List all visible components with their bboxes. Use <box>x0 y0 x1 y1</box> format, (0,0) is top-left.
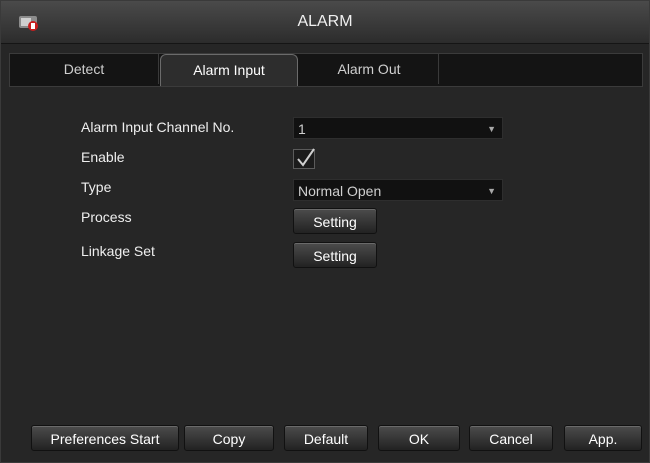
ok-button[interactable]: OK <box>378 425 460 451</box>
copy-button[interactable]: Copy <box>184 425 274 451</box>
enable-label: Enable <box>81 149 125 165</box>
cancel-button[interactable]: Cancel <box>469 425 553 451</box>
channel-select[interactable]: 1 ▼ <box>293 117 503 139</box>
alarm-window: ALARM Detect Alarm Input Alarm Out Alarm… <box>0 0 650 463</box>
tab-alarm-input[interactable]: Alarm Input <box>160 54 298 86</box>
chevron-down-icon: ▼ <box>487 124 496 134</box>
type-value: Normal Open <box>298 183 382 199</box>
preferences-start-button[interactable]: Preferences Start <box>31 425 179 451</box>
checkmark-icon <box>297 148 315 167</box>
channel-value: 1 <box>298 121 306 137</box>
title-bar: ALARM <box>1 1 649 44</box>
default-button[interactable]: Default <box>284 425 368 451</box>
process-setting-button[interactable]: Setting <box>293 208 377 234</box>
apply-button[interactable]: App. <box>564 425 642 451</box>
enable-checkbox[interactable] <box>293 148 315 169</box>
linkage-setting-button[interactable]: Setting <box>293 242 377 268</box>
channel-label: Alarm Input Channel No. <box>81 119 235 135</box>
window-title: ALARM <box>297 13 353 30</box>
tab-alarm-out[interactable]: Alarm Out <box>300 54 439 84</box>
type-label: Type <box>81 179 112 195</box>
chevron-down-icon: ▼ <box>487 186 496 196</box>
tab-detect[interactable]: Detect <box>10 54 159 84</box>
linkage-label: Linkage Set <box>81 243 155 259</box>
type-select[interactable]: Normal Open ▼ <box>293 179 503 201</box>
tab-strip: Detect Alarm Input Alarm Out <box>9 53 643 87</box>
process-label: Process <box>81 209 132 225</box>
